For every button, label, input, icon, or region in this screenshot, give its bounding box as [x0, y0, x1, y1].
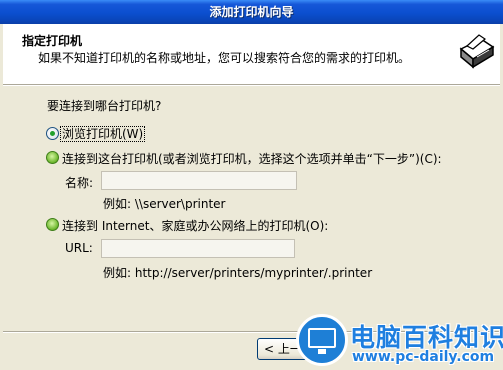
- connect-printer-label[interactable]: 连接到这台打印机(或者浏览打印机，选择这个选项并单击“下一步”)(C):: [62, 150, 442, 167]
- url-example: 例如: http://server/printers/myprinter/.pr…: [103, 266, 373, 280]
- printer-url-field[interactable]: [101, 239, 295, 258]
- wizard-header: 指定打印机 如果不知道打印机的名称或地址，您可以搜索符合您的需求的打印机。: [3, 24, 500, 85]
- add-printer-wizard-window: 添加打印机向导 指定打印机 如果不知道打印机的名称或地址，您可以搜索符合您的需求…: [0, 0, 503, 370]
- monitor-logo-icon: [296, 314, 348, 366]
- browse-printer-label[interactable]: 浏览打印机(W): [60, 125, 146, 142]
- watermark: 电脑百科知识 www.pc-daily.com: [290, 312, 503, 370]
- question-label: 要连接到哪台打印机?: [47, 99, 162, 113]
- internet-printer-radio[interactable]: [46, 218, 59, 231]
- header-title: 指定打印机: [22, 34, 83, 48]
- name-label: 名称:: [65, 176, 94, 190]
- header-subtitle: 如果不知道打印机的名称或地址，您可以搜索符合您的需求的打印机。: [38, 51, 411, 65]
- name-example: 例如: \\server\printer: [103, 197, 226, 211]
- browse-printer-text: 浏览打印机(W): [60, 126, 146, 142]
- internet-printer-label[interactable]: 连接到 Internet、家庭或办公网络上的打印机(O):: [62, 217, 328, 234]
- printer-name-field[interactable]: [101, 171, 297, 190]
- wizard-content: 要连接到哪台打印机? 浏览打印机(W) 连接到这台打印机(或者浏览打印机，选择这…: [0, 86, 503, 336]
- url-label: URL:: [65, 241, 93, 255]
- browse-printer-radio[interactable]: [46, 127, 59, 140]
- printer-icon: [453, 29, 497, 73]
- watermark-url: www.pc-daily.com: [352, 349, 495, 365]
- connect-printer-radio[interactable]: [46, 151, 59, 164]
- window-title: 添加打印机向导: [0, 0, 503, 24]
